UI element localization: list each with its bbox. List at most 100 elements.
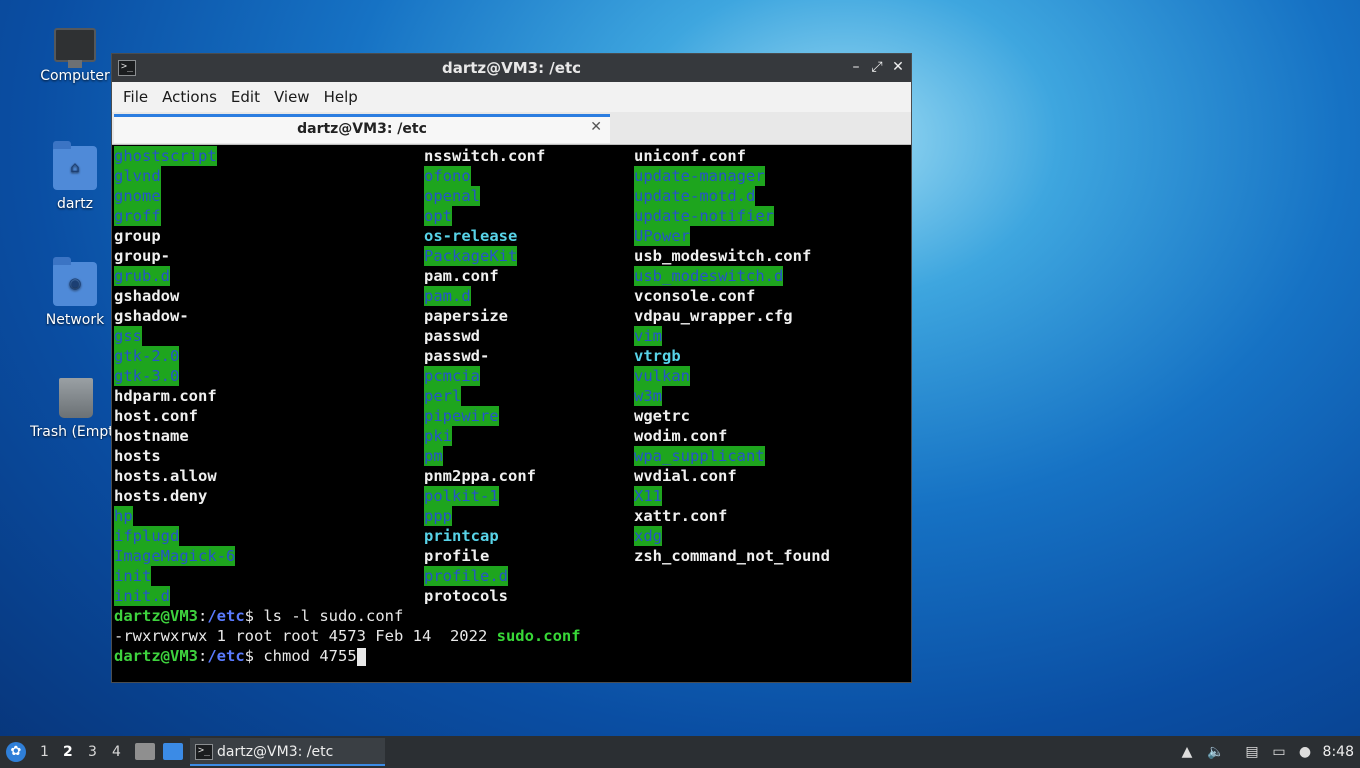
task-label: dartz@VM3: /etc <box>217 744 334 760</box>
listing-row: ImageMagick-6 <box>114 546 236 566</box>
desktop-icon-label: Trash (Empty) <box>30 424 122 440</box>
taskbar-task-terminal[interactable]: >_ dartz@VM3: /etc <box>190 738 385 766</box>
window-titlebar[interactable]: >_ dartz@VM3: /etc – ⤢ ✕ <box>112 54 911 82</box>
menu-help[interactable]: Help <box>317 88 365 106</box>
update-icon[interactable]: ▲ <box>1178 743 1196 761</box>
desktop-icon-home[interactable]: ⌂ dartz <box>30 141 120 212</box>
listing-row: wgetrc <box>634 406 830 426</box>
listing-entry-file: hosts <box>114 447 161 465</box>
menu-view[interactable]: View <box>267 88 317 106</box>
listing-row: pm <box>424 446 545 466</box>
trash-icon <box>59 378 93 418</box>
listing-row: vtrgb <box>634 346 830 366</box>
listing-row: wvdial.conf <box>634 466 830 486</box>
listing-column-1: ghostscript glvnd gnome groff group group-gru… <box>114 146 236 606</box>
listing-entry-dir: perl <box>424 386 462 406</box>
listing-entry-file: passwd- <box>424 347 490 365</box>
listing-entry-file: hosts.allow <box>114 467 217 485</box>
listing-row: passwd <box>424 326 545 346</box>
listing-row: protocols <box>424 586 545 606</box>
listing-row: pam.conf <box>424 266 545 286</box>
menu-edit[interactable]: Edit <box>224 88 267 106</box>
listing-entry-dir: pam.d <box>424 286 471 306</box>
listing-entry-dir: pm <box>424 446 443 466</box>
listing-entry-dir: init <box>114 566 152 586</box>
listing-row: gshadow- <box>114 306 235 326</box>
listing-row: perl <box>424 386 545 406</box>
listing-row: gnome <box>114 186 235 206</box>
listing-row: gtk-3.0 <box>114 366 235 386</box>
tab-close-icon[interactable]: ✕ <box>590 119 602 135</box>
listing-entry-file: pam.conf <box>424 267 499 285</box>
workspace-1[interactable]: 1 <box>40 744 49 760</box>
listing-row: pnm2ppa.conf <box>424 466 545 486</box>
listing-entry-file: uniconf.conf <box>634 147 746 165</box>
listing-entry-file: profile <box>424 547 490 565</box>
listing-row: openal <box>424 186 545 206</box>
terminal-output[interactable]: ghostscript glvnd gnome groff group group-gru… <box>114 146 909 680</box>
listing-entry-file: wgetrc <box>634 407 690 425</box>
listing-row: update-notifier <box>634 206 830 226</box>
show-desktop-icon[interactable] <box>163 743 183 760</box>
listing-entry-dir: UPower <box>634 226 690 246</box>
maximize-button[interactable]: ⤢ <box>868 58 886 76</box>
workspace-3[interactable]: 3 <box>88 744 97 760</box>
volume-icon[interactable]: 🔈 <box>1207 743 1225 761</box>
listing-row: host.conf <box>114 406 235 426</box>
listing-row: groff <box>114 206 235 226</box>
listing-entry-file: protocols <box>424 587 508 605</box>
listing-entry-dir: pipewire <box>424 406 499 426</box>
listing-row: papersize <box>424 306 545 326</box>
minimize-button[interactable]: – <box>847 58 865 76</box>
listing-row: ofono <box>424 166 545 186</box>
prompt-line: dartz@VM3:/etc$ ls -l sudo.conf <box>114 607 404 625</box>
desktop-icon-computer[interactable]: Computer <box>30 24 120 84</box>
close-button[interactable]: ✕ <box>889 58 907 76</box>
menu-file[interactable]: File <box>116 88 155 106</box>
listing-row: glvnd <box>114 166 235 186</box>
start-menu-icon[interactable]: ✿ <box>6 742 26 762</box>
file-manager-icon[interactable] <box>135 743 155 760</box>
listing-row: gshadow <box>114 286 235 306</box>
listing-row: group <box>114 226 235 246</box>
listing-entry-dir: update-notifier <box>634 206 774 226</box>
listing-row: hosts.allow <box>114 466 235 486</box>
listing-entry-dir: ImageMagick-6 <box>114 546 236 566</box>
desktop-icon-trash[interactable]: Trash (Empty) <box>30 378 122 440</box>
listing-entry-file: hosts.deny <box>114 487 208 505</box>
clock[interactable]: 8:48 <box>1323 744 1354 760</box>
workspace-4[interactable]: 4 <box>112 744 121 760</box>
command-input[interactable]: chmod 4755 <box>263 647 356 665</box>
network-icon[interactable]: ▭ <box>1270 743 1288 761</box>
listing-entry-dir: gnome <box>114 186 161 206</box>
listing-entry-file: hdparm.conf <box>114 387 217 405</box>
desktop-icon-network[interactable]: ◉ Network <box>30 257 120 328</box>
workspace-2[interactable]: 2 <box>63 744 73 760</box>
listing-entry-dir: vulkan <box>634 366 690 386</box>
listing-row: usb_modeswitch.conf <box>634 246 830 266</box>
listing-column-2: nsswitch.conf ofono openal opt os-release Pac… <box>424 146 545 606</box>
listing-row: ifplugd <box>114 526 235 546</box>
listing-entry-link: printcap <box>424 527 499 545</box>
listing-entry-dir: grub.d <box>114 266 170 286</box>
listing-entry-dir: groff <box>114 206 161 226</box>
terminal-tab[interactable]: dartz@VM3: /etc ✕ <box>114 114 610 143</box>
listing-entry-dir: pki <box>424 426 452 446</box>
listing-row: group- <box>114 246 235 266</box>
listing-row: update-manager <box>634 166 830 186</box>
listing-row: uniconf.conf <box>634 146 830 166</box>
clipboard-icon[interactable]: ▤ <box>1243 743 1261 761</box>
listing-row: wpa_supplicant <box>634 446 830 466</box>
menu-actions[interactable]: Actions <box>155 88 224 106</box>
ls-output-filename: sudo.conf <box>496 627 581 645</box>
listing-row: nsswitch.conf <box>424 146 545 166</box>
listing-row: init.d <box>114 586 235 606</box>
listing-entry-dir: gtk-3.0 <box>114 366 180 386</box>
notification-icon[interactable]: ● <box>1296 743 1314 761</box>
listing-entry-dir: gss <box>114 326 142 346</box>
computer-icon <box>54 28 96 68</box>
listing-row: wodim.conf <box>634 426 830 446</box>
listing-row: vim <box>634 326 830 346</box>
listing-entry-file: pnm2ppa.conf <box>424 467 536 485</box>
listing-entry-dir: xdg <box>634 526 662 546</box>
